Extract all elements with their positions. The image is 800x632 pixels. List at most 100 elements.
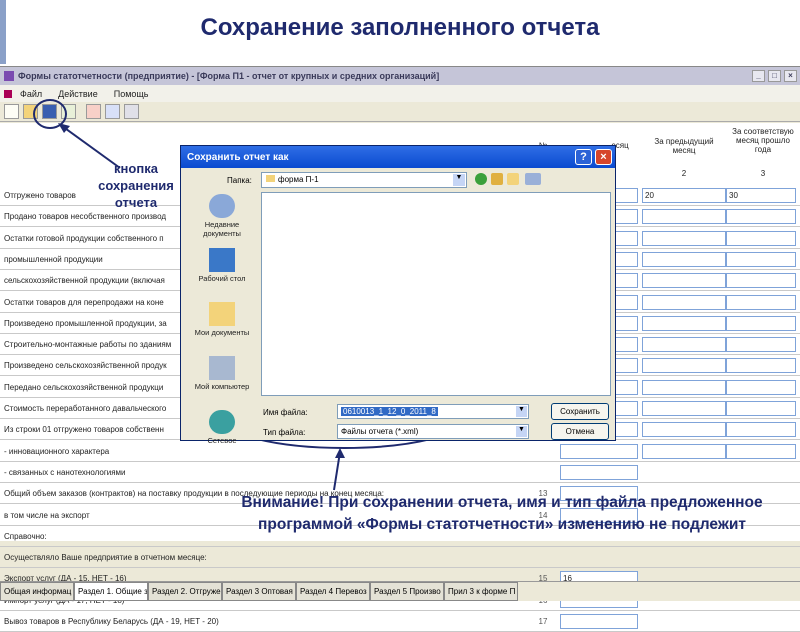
sheet-tab[interactable]: Раздел 3 Оптовая xyxy=(222,582,296,601)
dialog-help-button[interactable]: ? xyxy=(575,149,592,165)
sheet-tab[interactable]: Раздел 2. Отгружен xyxy=(148,582,222,601)
app-titlebar: Формы статотчетности (предприятие) - [Фо… xyxy=(0,67,800,85)
filename-input[interactable]: 0610013_1_12_0_2011_8 ▼ xyxy=(337,404,529,419)
form-row-label: Произведено промышленной продукции, за xyxy=(4,318,167,328)
form-value-cell[interactable] xyxy=(726,294,796,310)
form-value-cell[interactable] xyxy=(560,614,638,629)
form-value-cell[interactable] xyxy=(642,379,726,395)
chevron-down-icon[interactable]: ▼ xyxy=(453,174,465,186)
form-row-label: промышленной продукции xyxy=(4,254,103,264)
open-icon[interactable] xyxy=(23,104,38,119)
form-value-cell[interactable] xyxy=(642,315,726,331)
menu-action[interactable]: Действие xyxy=(58,89,98,99)
form-value-cell[interactable] xyxy=(726,379,796,395)
form-row: - инновационного характера xyxy=(0,441,800,462)
col-header-prev-month: За предыдущий месяц xyxy=(654,137,714,155)
form-value-cell[interactable] xyxy=(726,230,796,246)
slide-title: Сохранение заполненного отчета xyxy=(200,14,600,41)
maximize-button[interactable]: □ xyxy=(768,70,781,82)
form-row-label: - инновационного характера xyxy=(4,446,110,456)
folder-icon xyxy=(266,175,275,182)
look-in-value: форма П-1 xyxy=(278,175,319,184)
look-in-select[interactable]: форма П-1 ▼ xyxy=(261,172,467,188)
back-icon[interactable] xyxy=(475,173,487,185)
word-icon[interactable] xyxy=(105,104,120,119)
form-value-cell[interactable] xyxy=(726,209,796,225)
up-folder-icon[interactable] xyxy=(491,173,503,185)
form-value-cell[interactable] xyxy=(642,422,726,438)
sheet-tab[interactable]: Раздел 4 Перевоз xyxy=(296,582,370,601)
form-value-cell[interactable]: 30 xyxy=(726,188,796,203)
form-value-cell[interactable] xyxy=(726,273,796,289)
form-value-cell[interactable] xyxy=(726,315,796,331)
sheet-tabs: Общая информац Раздел 1. Общие з Раздел 2.… xyxy=(0,581,800,601)
sheet-tab[interactable]: Раздел 1. Общие з xyxy=(74,582,148,601)
form-value-cell[interactable] xyxy=(560,464,638,480)
form-value-cell[interactable] xyxy=(642,294,726,310)
place-recent[interactable]: Недавние документы xyxy=(187,194,257,246)
app-icon xyxy=(4,71,14,81)
form-value-cell[interactable] xyxy=(642,209,726,225)
sheet-tab[interactable]: Прил 3 к форме П xyxy=(444,582,518,601)
form-row-label: сельскохозяйственной продукции (включая xyxy=(4,276,165,286)
recent-documents-icon xyxy=(209,194,235,218)
place-my-computer[interactable]: Мой компьютер xyxy=(187,356,257,408)
form-value-cell[interactable] xyxy=(642,273,726,289)
form-value-cell[interactable] xyxy=(642,337,726,353)
chevron-down-icon[interactable]: ▼ xyxy=(516,406,527,417)
chevron-down-icon[interactable]: ▼ xyxy=(516,426,527,437)
view-menu-icon[interactable] xyxy=(525,173,541,185)
form-value-cell[interactable] xyxy=(642,358,726,374)
place-desktop[interactable]: Рабочий стол xyxy=(187,248,257,300)
form-value-cell[interactable] xyxy=(726,337,796,353)
dialog-titlebar: Сохранить отчет как ? × xyxy=(181,146,615,168)
check-icon[interactable] xyxy=(61,104,76,119)
form-value-cell[interactable] xyxy=(726,443,796,459)
dialog-close-button[interactable]: × xyxy=(595,149,612,165)
dialog-title: Сохранить отчет как xyxy=(187,151,289,163)
menu-file[interactable]: Файл xyxy=(20,89,42,99)
sheet-tab[interactable]: Общая информац xyxy=(0,582,74,601)
my-computer-icon xyxy=(209,356,235,380)
form-value-cell[interactable] xyxy=(642,230,726,246)
print-icon[interactable] xyxy=(124,104,139,119)
place-my-documents[interactable]: Мои документы xyxy=(187,302,257,354)
file-list[interactable] xyxy=(261,192,611,396)
close-button[interactable]: × xyxy=(784,70,797,82)
look-in-label: Папка: xyxy=(227,176,252,185)
toolbar xyxy=(0,102,800,122)
form-row-label: Остатки готовой продукции собственного п xyxy=(4,233,164,243)
export-icon[interactable] xyxy=(86,104,101,119)
form-value-cell[interactable] xyxy=(726,251,796,267)
sheet-tab[interactable]: Раздел 5 Произво xyxy=(370,582,444,601)
form-value-cell[interactable] xyxy=(560,443,638,459)
form-value-cell[interactable] xyxy=(642,401,726,416)
desktop-icon xyxy=(209,248,235,272)
menu-help[interactable]: Помощь xyxy=(114,89,149,99)
save-button[interactable]: Сохранить xyxy=(551,403,609,420)
col-index-3: 3 xyxy=(760,169,766,178)
form-row-label: Справочно: xyxy=(4,531,47,541)
form-value-cell[interactable] xyxy=(642,251,726,267)
new-icon[interactable] xyxy=(4,104,19,119)
new-folder-icon[interactable] xyxy=(507,173,519,185)
form-row-label: Осуществляло Ваше предприятие в отчетном… xyxy=(4,553,207,563)
form-value-cell[interactable] xyxy=(726,401,796,416)
form-row-label: - связанных с нанотехнологиями xyxy=(4,467,126,477)
form-value-cell[interactable] xyxy=(642,443,726,459)
filetype-label: Тип файла: xyxy=(263,428,306,437)
filetype-select[interactable]: Файлы отчета (*.xml) ▼ xyxy=(337,424,529,439)
place-network[interactable]: Сетевое xyxy=(187,410,257,462)
form-row-label: Продано товаров несобственного производ xyxy=(4,212,167,222)
form-value-cell[interactable] xyxy=(726,358,796,374)
col-index-2: 2 xyxy=(681,169,687,178)
save-icon[interactable] xyxy=(42,104,57,119)
form-row-label: Произведено сельскохозяйственной продук xyxy=(4,361,167,371)
app-title: Формы статотчетности (предприятие) - [Фо… xyxy=(18,71,440,81)
minimize-button[interactable]: _ xyxy=(752,70,765,82)
col-header-same-month-prev-year: За соответствую месяц прошло года xyxy=(732,127,794,154)
form-value-cell[interactable]: 20 xyxy=(642,188,726,203)
form-row-label: Передано сельскохозяйственной продукци xyxy=(4,382,164,392)
cancel-button[interactable]: Отмена xyxy=(551,423,609,440)
form-value-cell[interactable] xyxy=(726,422,796,438)
